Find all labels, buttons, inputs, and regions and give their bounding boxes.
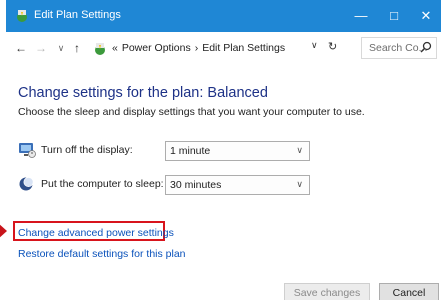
power-options-icon xyxy=(17,10,27,22)
search-icon xyxy=(420,41,432,53)
display-setting-row: Turn off the display: 1 minute ∨ xyxy=(18,141,318,161)
sleep-label: Put the computer to sleep: xyxy=(41,178,164,190)
address-bar: ← → ∨ ↑ « Power Options › Edit Plan Setting… xyxy=(6,32,441,66)
window-title: Edit Plan Settings xyxy=(34,9,121,21)
display-label: Turn off the display: xyxy=(41,144,133,156)
up-arrow-icon[interactable]: ↑ xyxy=(70,41,84,55)
page-description: Choose the sleep and display settings th… xyxy=(18,106,365,118)
title-bar: Edit Plan Settings — □ ✕ xyxy=(6,0,441,32)
address-dropdown-chevron-icon[interactable]: ∨ xyxy=(311,40,318,51)
refresh-icon[interactable]: ↻ xyxy=(328,40,337,53)
search-placeholder: Search Co... xyxy=(369,42,428,54)
edit-plan-settings-window: Edit Plan Settings — □ ✕ ← → ∨ ↑ « Power … xyxy=(0,0,441,300)
sleep-setting-row: Put the computer to sleep: 30 minutes ∨ xyxy=(18,175,318,195)
page-title: Change settings for the plan: Balanced xyxy=(18,85,268,101)
save-changes-button[interactable]: Save changes xyxy=(284,283,370,300)
chevron-down-icon: ∨ xyxy=(296,145,303,155)
breadcrumb-item-edit-plan-settings[interactable]: Edit Plan Settings xyxy=(202,42,285,54)
chevron-down-icon: ∨ xyxy=(296,179,303,189)
monitor-icon xyxy=(19,143,36,158)
display-timeout-select[interactable]: 1 minute ∨ xyxy=(165,141,310,161)
breadcrumb-path: « Power Options › Edit Plan Settings xyxy=(112,42,289,54)
cancel-button[interactable]: Cancel xyxy=(379,283,439,300)
power-options-icon xyxy=(95,43,105,55)
red-pointer-arrow xyxy=(0,223,7,239)
display-timeout-value: 1 minute xyxy=(170,145,211,157)
search-input[interactable]: Search Co... xyxy=(361,37,437,59)
close-button[interactable]: ✕ xyxy=(406,0,441,32)
recent-locations-chevron-icon[interactable]: ∨ xyxy=(54,41,68,55)
restore-defaults-link[interactable]: Restore default settings for this plan xyxy=(18,248,186,260)
sleep-timeout-select[interactable]: 30 minutes ∨ xyxy=(165,175,310,195)
breadcrumb[interactable]: « Power Options › Edit Plan Settings xyxy=(88,38,336,60)
moon-sleep-icon xyxy=(19,177,34,191)
sleep-timeout-value: 30 minutes xyxy=(170,179,222,191)
breadcrumb-item-power-options[interactable]: Power Options xyxy=(122,42,191,54)
forward-arrow-icon[interactable]: → xyxy=(34,41,48,55)
breadcrumb-overflow[interactable]: « xyxy=(112,42,118,54)
breadcrumb-separator[interactable]: › xyxy=(195,42,199,54)
advanced-power-settings-link[interactable]: Change advanced power settings xyxy=(18,227,174,239)
back-arrow-icon[interactable]: ← xyxy=(14,41,28,55)
